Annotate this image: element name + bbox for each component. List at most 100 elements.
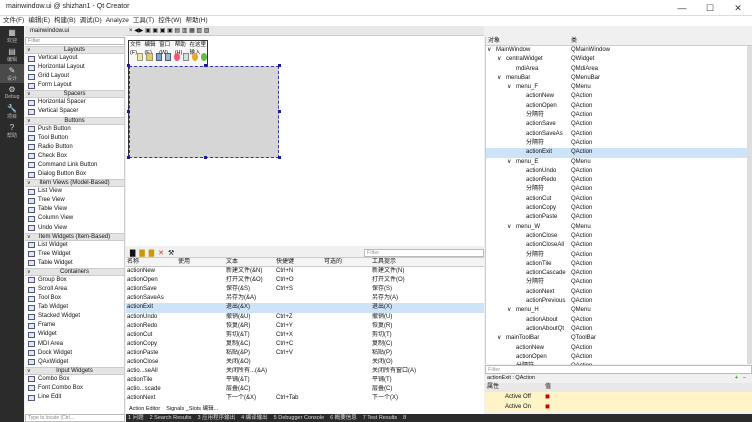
object-tree-row[interactable]: ∨ menu_E QMenu	[486, 158, 748, 167]
mdi-area[interactable]	[129, 66, 279, 158]
mode-button[interactable]: ▤ 编辑	[0, 45, 24, 64]
selection-handle[interactable]	[127, 110, 130, 113]
action-header[interactable]: 文本	[226, 258, 274, 267]
object-tree-row[interactable]: mdiArea QMdiArea	[486, 65, 748, 74]
widget-item[interactable]: Form Layout	[25, 81, 124, 90]
widget-item[interactable]: Vertical Spacer	[25, 107, 124, 116]
menu-item[interactable]: 编辑(E)	[28, 16, 50, 26]
menu-item[interactable]: 工具(T)	[133, 16, 154, 26]
mode-button[interactable]: ✎ 设计	[0, 64, 24, 83]
form-editor-toolbar[interactable]: × ◀▶ ▣ ▣ ▣ ▣ ▤ ▥ ▦ ▧ ▨	[126, 26, 484, 36]
object-tree-row[interactable]: actionCut QAction	[486, 195, 748, 204]
action-filter-input[interactable]: Filter	[364, 248, 484, 257]
widget-item[interactable]: MDI Area	[25, 340, 124, 349]
output-tab[interactable]: 2 Search Results	[150, 414, 192, 422]
undo-icon[interactable]	[192, 53, 199, 61]
remove-property-icon[interactable]: −	[743, 374, 746, 383]
object-tree-row[interactable]: 分隔符 QAction	[486, 111, 748, 120]
cut-icon[interactable]	[174, 53, 181, 61]
copy-action-icon[interactable]: ▇	[139, 249, 144, 257]
action-row[interactable]: actionSaveAs 另存为(&A) 另存为(A)	[126, 294, 484, 303]
scrollbar[interactable]	[747, 46, 752, 364]
object-tree-row[interactable]: 分隔符 QAction	[486, 251, 748, 260]
menu-item[interactable]: 构建(B)	[54, 16, 76, 26]
output-tab[interactable]: 8	[403, 414, 406, 422]
chevron-down-icon[interactable]: ∨	[507, 306, 511, 315]
form-menu-item[interactable]: 帮助(H)	[175, 41, 187, 56]
widget-item[interactable]: Vertical Layout	[25, 54, 124, 63]
save-icon[interactable]	[155, 53, 162, 61]
widget-item[interactable]: Line Edit	[25, 393, 124, 402]
object-tree-row[interactable]: actionUndo QAction	[486, 167, 748, 176]
object-tree-row[interactable]: actionNext QAction	[486, 288, 748, 297]
widget-item[interactable]: QAxWidget	[25, 358, 124, 367]
form-menu-bar[interactable]: 文件(F)编辑(E)窗口(W)帮助(H)在这里输入	[129, 41, 207, 56]
object-tree-row[interactable]: ∨ centralWidget QWidget	[486, 55, 748, 64]
object-tree-row[interactable]: actionSaveAs QAction	[486, 130, 748, 139]
widget-item[interactable]: Radio Button	[25, 143, 124, 152]
paste-action-icon[interactable]: ▇	[149, 249, 154, 257]
property-filter-input[interactable]: Filter	[485, 365, 752, 374]
widget-category[interactable]: ∨ Input Widgets	[25, 366, 124, 375]
object-tree-row[interactable]: ∨ MainWindow QMainWindow	[486, 46, 748, 55]
widget-item[interactable]: Column View	[25, 214, 124, 223]
object-tree-row[interactable]: actionSave QAction	[486, 120, 748, 129]
object-tree-row[interactable]: actionCascade QAction	[486, 269, 748, 278]
object-tree-row[interactable]: 分隔符 QAction	[486, 185, 748, 194]
selection-handle[interactable]	[204, 64, 207, 67]
widget-item[interactable]: Tab Widget	[25, 303, 124, 312]
selection-handle[interactable]	[278, 156, 281, 159]
action-header[interactable]: 快捷键	[276, 258, 322, 267]
widget-item[interactable]: Table View	[25, 205, 124, 214]
object-tree-row[interactable]: 分隔符 QAction	[486, 278, 748, 287]
object-tree-row[interactable]: actionPaste QAction	[486, 213, 748, 222]
widget-item[interactable]: Tool Box	[25, 294, 124, 303]
menu-item[interactable]: 调试(D)	[80, 16, 102, 26]
mode-button[interactable]: 🔧 项目	[0, 102, 24, 121]
widget-filter-input[interactable]: Filter	[25, 37, 125, 45]
widget-item[interactable]: Table Widget	[25, 259, 124, 268]
selection-handle[interactable]	[278, 110, 281, 113]
object-tree-row[interactable]: actionAbout QAction	[486, 316, 748, 325]
widget-item[interactable]: Dialog Button Box	[25, 170, 124, 179]
new-action-icon[interactable]: ▇	[130, 249, 135, 257]
action-header[interactable]: 名称	[127, 258, 177, 267]
action-row[interactable]: actio...seAll 关闭所有...(&A) 关闭所有窗口(A)	[126, 367, 484, 376]
widget-item[interactable]: Horizontal Layout	[25, 63, 124, 72]
chevron-down-icon[interactable]: ∨	[497, 334, 501, 343]
widget-item[interactable]: Tree Widget	[25, 250, 124, 259]
object-tree-row[interactable]: ∨ mainToolBar QToolBar	[486, 334, 748, 343]
widget-item[interactable]: Frame	[25, 321, 124, 330]
widget-item[interactable]: Font Combo Box	[25, 384, 124, 393]
object-tree-row[interactable]: ∨ menu_H QMenu	[486, 306, 748, 315]
widget-category[interactable]: ∨ Layouts	[25, 46, 124, 54]
new-icon[interactable]	[137, 53, 144, 61]
action-row[interactable]: actionCut 剪切(&T) Ctrl+X 剪切(T)	[126, 331, 484, 340]
redo-icon[interactable]	[201, 53, 207, 61]
save-as-icon[interactable]	[164, 53, 172, 61]
selection-handle[interactable]	[127, 64, 130, 67]
action-header[interactable]: 使用	[178, 258, 224, 267]
object-tree-row[interactable]: actionCopy QAction	[486, 204, 748, 213]
selection-handle[interactable]	[204, 156, 207, 159]
mode-button[interactable]: ? 帮助	[0, 121, 24, 140]
action-row[interactable]: actionSave 保存(&S) Ctrl+S 保存(S)	[126, 285, 484, 294]
object-tree-row[interactable]: ∨ menu_F QMenu	[486, 83, 748, 92]
locator-input[interactable]: Type to locate (Ctrl...	[25, 414, 125, 422]
mode-button[interactable]: ▦ 欢迎	[0, 26, 24, 45]
chevron-down-icon[interactable]: ∨	[507, 158, 511, 167]
output-tab[interactable]: 4 编译输出	[241, 414, 268, 422]
editor-tab[interactable]: Action Editor	[129, 405, 160, 413]
action-row[interactable]: actionExit 退出(&X) 退出(X)	[126, 303, 484, 313]
object-tree-row[interactable]: actionPrevious QAction	[486, 297, 748, 306]
form-menu-item[interactable]: 窗口(W)	[159, 41, 172, 56]
object-tree-row[interactable]: actionOpen QAction	[486, 353, 748, 362]
widget-category[interactable]: ∨ Spacers	[25, 90, 124, 99]
object-tree-row[interactable]: ∨ menuBar QMenuBar	[486, 74, 748, 83]
object-tree-row[interactable]: actionClose QAction	[486, 232, 748, 241]
property-icon[interactable]: ◼	[545, 392, 550, 402]
widget-item[interactable]: Dock Widget	[25, 349, 124, 358]
action-row[interactable]: actionCopy 复制(&C) Ctrl+C 复制(C)	[126, 340, 484, 349]
action-row[interactable]: actionNext 下一个(&X) Ctrl+Tab 下一个(X)	[126, 394, 484, 403]
menu-item[interactable]: 控件(W)	[158, 16, 181, 26]
